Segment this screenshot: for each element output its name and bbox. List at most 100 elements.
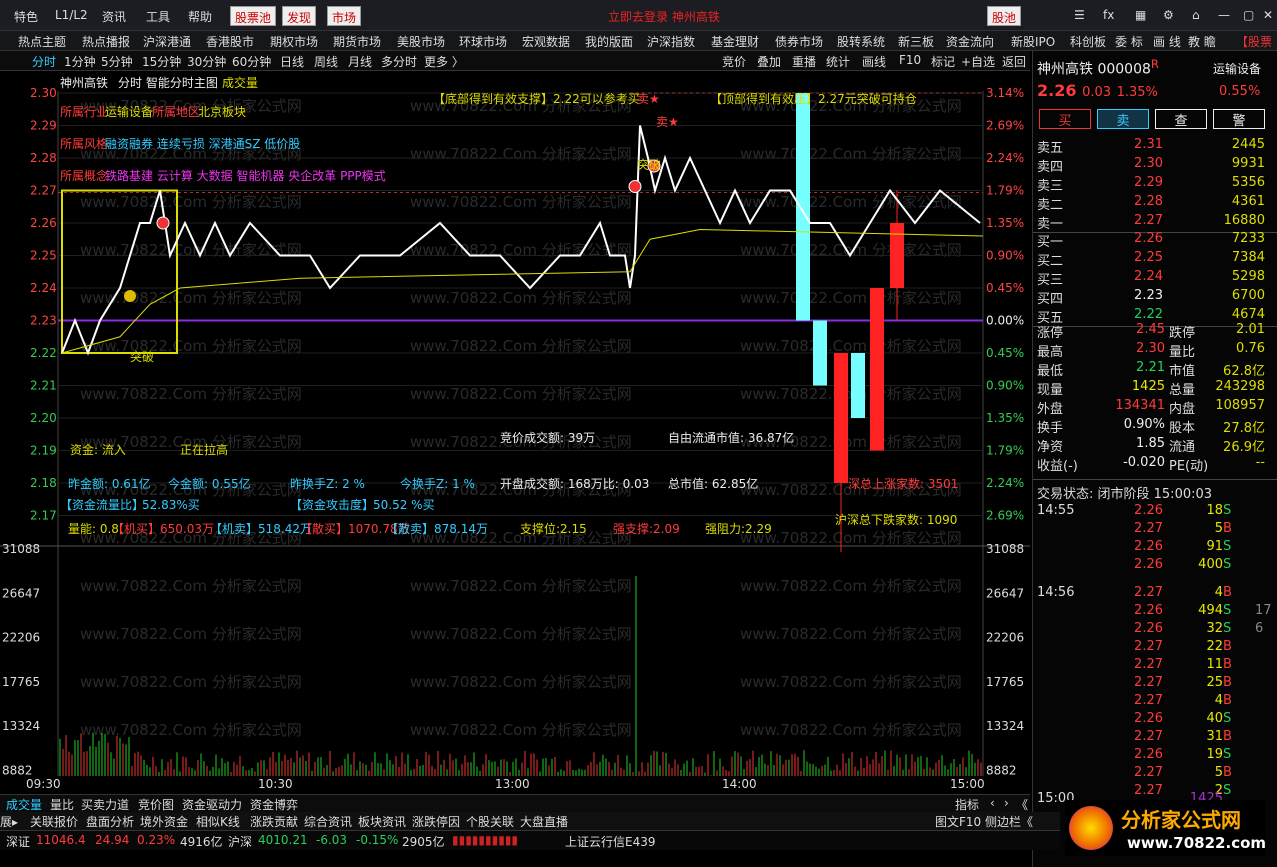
stock-pool-tab[interactable]: 股池	[987, 6, 1022, 26]
function-tab-4[interactable]: 相似K线	[196, 813, 240, 830]
function-tab-0[interactable]: 展▸	[0, 813, 18, 830]
menu-zixun[interactable]: 资讯	[102, 8, 126, 25]
nav-tab-21[interactable]: 【股票	[1236, 33, 1272, 50]
period-right-8[interactable]: 返回	[1002, 53, 1026, 70]
stock-pool-button[interactable]: 股票池	[230, 6, 277, 26]
trade-button-0[interactable]: 买	[1039, 109, 1091, 129]
period-right-6[interactable]: 标记	[931, 53, 955, 70]
f10-sidebar[interactable]: 图文F10 侧边栏《	[935, 813, 1033, 830]
breakout-label: 突破	[130, 349, 154, 364]
indicator-tab-5[interactable]: 资金博弈	[250, 796, 298, 813]
period-right-3[interactable]: 统计	[826, 53, 850, 70]
intraday-chart[interactable]: www.70822.Com 分析家公式网 www.70822.Com 分析家公式网…	[0, 71, 1030, 794]
restore-icon[interactable]: ▢	[1243, 8, 1254, 22]
trade-button-3[interactable]: 警	[1213, 109, 1265, 129]
menu-tese[interactable]: 特色	[14, 8, 38, 25]
minimize-icon[interactable]: —	[1218, 8, 1230, 22]
indicator-tab-1[interactable]: 量比	[50, 796, 74, 813]
period-right-5[interactable]: F10	[899, 53, 921, 67]
ask-row[interactable]: 卖一 2.27 16880	[1033, 213, 1273, 232]
function-tab-2[interactable]: 盘面分析	[86, 813, 134, 830]
grid-icon[interactable]: ▦	[1135, 8, 1146, 22]
period-right-0[interactable]: 竞价	[722, 53, 746, 70]
bid-row[interactable]: 买一 2.26 7233	[1033, 231, 1273, 250]
bid-row[interactable]: 买四 2.23 6700	[1033, 288, 1273, 307]
period-0[interactable]: 分时	[32, 53, 56, 70]
trade-button-1[interactable]: 卖	[1097, 109, 1149, 129]
indicator-nav-1[interactable]: ‹	[990, 796, 995, 810]
nav-tab-18[interactable]: 委 标	[1115, 33, 1143, 50]
period-4[interactable]: 30分钟	[187, 53, 226, 70]
period-5[interactable]: 60分钟	[232, 53, 271, 70]
tick-price: 2.26	[1134, 503, 1163, 518]
indicator-tab-0[interactable]: 成交量	[6, 796, 42, 813]
period-right-2[interactable]: 重播	[792, 53, 816, 70]
period-1[interactable]: 1分钟	[64, 53, 96, 70]
nav-tab-2[interactable]: 沪深港通	[143, 33, 191, 50]
indicator-nav-2[interactable]: ›	[1004, 796, 1009, 810]
trade-button-2[interactable]: 查	[1155, 109, 1207, 129]
period-10[interactable]: 更多 〉	[424, 53, 464, 70]
fx-icon[interactable]: fx	[1103, 8, 1114, 22]
function-tab-3[interactable]: 境外资金	[140, 813, 188, 830]
period-6[interactable]: 日线	[280, 53, 304, 70]
nav-tab-19[interactable]: 画 线	[1153, 33, 1181, 50]
period-3[interactable]: 15分钟	[142, 53, 181, 70]
function-tab-5[interactable]: 涨跌贡献	[250, 813, 298, 830]
menu-l1l2[interactable]: L1/L2	[55, 8, 88, 22]
function-tab-9[interactable]: 个股关联	[466, 813, 514, 830]
ask-row[interactable]: 卖四 2.30 9931	[1033, 156, 1273, 175]
bid-row[interactable]: 买二 2.25 7384	[1033, 250, 1273, 269]
ask-row[interactable]: 卖三 2.29 5356	[1033, 175, 1273, 194]
period-7[interactable]: 周线	[314, 53, 338, 70]
period-9[interactable]: 多分时	[381, 53, 417, 70]
menu-tools[interactable]: 工具	[146, 8, 170, 25]
nav-tab-0[interactable]: 热点主题	[18, 33, 66, 50]
menu-help[interactable]: 帮助	[188, 8, 212, 25]
period-right-7[interactable]: +自选	[961, 53, 995, 70]
nav-tab-4[interactable]: 期权市场	[270, 33, 318, 50]
indicator-tab-2[interactable]: 买卖力道	[81, 796, 129, 813]
ask-row[interactable]: 卖二 2.28 4361	[1033, 194, 1273, 213]
nav-tab-1[interactable]: 热点播报	[82, 33, 130, 50]
nav-tab-13[interactable]: 股转系统	[837, 33, 885, 50]
nav-tab-20[interactable]: 教 瞻	[1188, 33, 1216, 50]
bid-row[interactable]: 买三 2.24 5298	[1033, 269, 1273, 288]
nav-tab-12[interactable]: 债券市场	[775, 33, 823, 50]
tick-time: 14:55	[1037, 503, 1075, 518]
function-tab-7[interactable]: 板块资讯	[358, 813, 406, 830]
nav-tab-16[interactable]: 新股IPO	[1011, 33, 1055, 50]
period-right-4[interactable]: 画线	[862, 53, 886, 70]
news-ticker[interactable]: 上证云行信E439	[565, 833, 656, 850]
shirt-icon[interactable]: ⌂	[1192, 8, 1200, 22]
indicator-nav-0[interactable]: 指标	[955, 796, 979, 813]
period-8[interactable]: 月线	[348, 53, 372, 70]
nav-tab-3[interactable]: 香港股市	[206, 33, 254, 50]
nav-tab-6[interactable]: 美股市场	[397, 33, 445, 50]
function-tab-6[interactable]: 综合资讯	[304, 813, 352, 830]
nav-tab-5[interactable]: 期货市场	[333, 33, 381, 50]
period-right-1[interactable]: 叠加	[757, 53, 781, 70]
nav-tab-14[interactable]: 新三板	[898, 33, 934, 50]
discover-button[interactable]: 发现	[282, 6, 317, 26]
nav-tab-7[interactable]: 环球市场	[459, 33, 507, 50]
nav-tab-10[interactable]: 沪深指数	[647, 33, 695, 50]
close-icon[interactable]: ✕	[1263, 8, 1273, 22]
layers-icon[interactable]: ☰	[1074, 8, 1085, 22]
function-tab-8[interactable]: 涨跌停因	[412, 813, 460, 830]
indicator-tab-3[interactable]: 竞价图	[138, 796, 174, 813]
function-tab-1[interactable]: 关联报价	[30, 813, 78, 830]
nav-tab-11[interactable]: 基金理财	[711, 33, 759, 50]
indicator-nav-3[interactable]: 《	[1016, 796, 1028, 813]
nav-tab-9[interactable]: 我的版面	[585, 33, 633, 50]
function-tab-10[interactable]: 大盘直播	[520, 813, 568, 830]
market-button[interactable]: 市场	[327, 6, 362, 26]
login-prompt[interactable]: 立即去登录 神州高铁	[608, 8, 720, 25]
nav-tab-8[interactable]: 宏观数据	[522, 33, 570, 50]
indicator-tab-4[interactable]: 资金驱动力	[182, 796, 242, 813]
period-2[interactable]: 5分钟	[101, 53, 133, 70]
gear-icon[interactable]: ⚙	[1163, 8, 1174, 22]
nav-tab-15[interactable]: 资金流向	[946, 33, 994, 50]
ask-row[interactable]: 卖五 2.31 2445	[1033, 137, 1273, 156]
nav-tab-17[interactable]: 科创板	[1070, 33, 1106, 50]
